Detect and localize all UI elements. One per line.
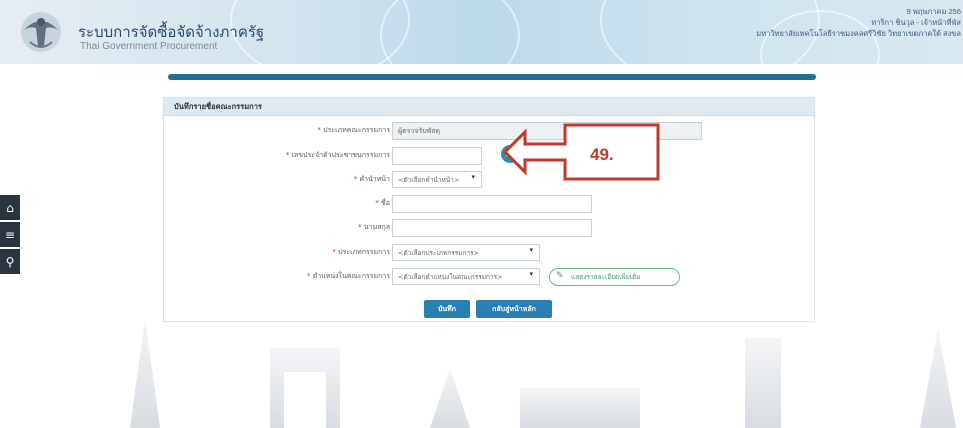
position-label: * ตำแหน่งในคณะกรรมการ [307,272,390,280]
bg-silhouette-left [130,318,160,428]
user-organization: มหาวิทยาลัยเทคโนโลยีราชมงคลศรีวิชัย วิทย… [756,29,961,38]
position-select[interactable]: <ตัวเลือกตำแหน่งในคณะกรรมการ> ▾ [392,268,540,285]
side-menu: ⌂ ≡ ⚲ [0,195,20,276]
search-icon[interactable]: ⚲ [0,249,20,274]
prefix-row: * คำนำหน้า <ตัวเลือกคำนำหน้า> ▾ [164,171,816,189]
menu-icon[interactable]: ≡ [0,222,20,247]
last-name-row: * นามสกุล [164,219,816,237]
chevron-down-icon: ▾ [529,246,533,254]
section-divider [168,74,816,80]
current-date: 9 พฤษภาคม 256 [906,7,961,16]
committee-type-label: * ประเภทคณะกรรมการ [317,126,390,134]
annotation-callout [502,122,663,182]
last-name-label: * นามสกุล [358,223,390,231]
panel-title: บันทึกรายชื่อคณะกรรมการ [164,98,814,116]
first-name-input[interactable] [392,195,592,213]
user-name[interactable]: ทาริกา ชินวุล - เจ้าหน้าที่พัส [756,17,961,28]
bg-silhouette-tower [745,338,781,428]
site-title-english: Thai Government Procurement [80,41,218,52]
member-type-select[interactable]: <ตัวเลือกประเภทกรรมการ> ▾ [392,244,540,261]
garuda-logo-icon[interactable] [16,8,66,56]
bg-silhouette-building [520,388,640,428]
bg-silhouette-gate [270,348,340,428]
edit-icon: ✎ [556,271,564,281]
id-number-input[interactable] [392,147,482,165]
bg-silhouette-spire [430,368,470,428]
committee-form-panel: บันทึกรายชื่อคณะกรรมการ * ประเภทคณะกรรมก… [163,97,815,322]
prefix-select[interactable]: <ตัวเลือกคำนำหน้า> ▾ [392,171,482,188]
show-details-button[interactable]: ✎ แสดงรายละเอียดเพิ่มเติม [549,268,680,286]
back-to-main-button[interactable]: กลับสู่หน้าหลัก [476,300,552,318]
position-row: * ตำแหน่งในคณะกรรมการ <ตัวเลือกตำแหน่งใน… [164,268,816,286]
id-number-row: * เลขประจำตัวประชาชนกรรมการ [164,147,816,165]
prefix-label: * คำนำหน้า [353,175,390,183]
home-icon[interactable]: ⌂ [0,195,20,220]
first-name-row: * ชื่อ [164,195,816,213]
chevron-down-icon: ▾ [529,270,533,278]
member-type-row: * ประเภทกรรมการ <ตัวเลือกประเภทกรรมการ> ▾ [164,244,816,262]
member-type-label: * ประเภทกรรมการ [332,248,390,256]
site-header: ระบบการจัดซื้อจัดจ้างภาครัฐ Thai Governm… [0,0,963,64]
step-number-label: 49. [590,145,614,164]
id-number-label: * เลขประจำตัวประชาชนกรรมการ [285,151,390,159]
chevron-down-icon: ▾ [471,173,475,181]
committee-type-row: * ประเภทคณะกรรมการ ผู้ตรวจรับพัสดุ [164,122,816,140]
bg-silhouette-right [920,328,956,428]
last-name-input[interactable] [392,219,592,237]
first-name-label: * ชื่อ [375,199,390,207]
save-button[interactable]: บันทึก [424,300,470,318]
user-info: 9 พฤษภาคม 256 ทาริกา ชินวุล - เจ้าหน้าที… [756,6,961,39]
